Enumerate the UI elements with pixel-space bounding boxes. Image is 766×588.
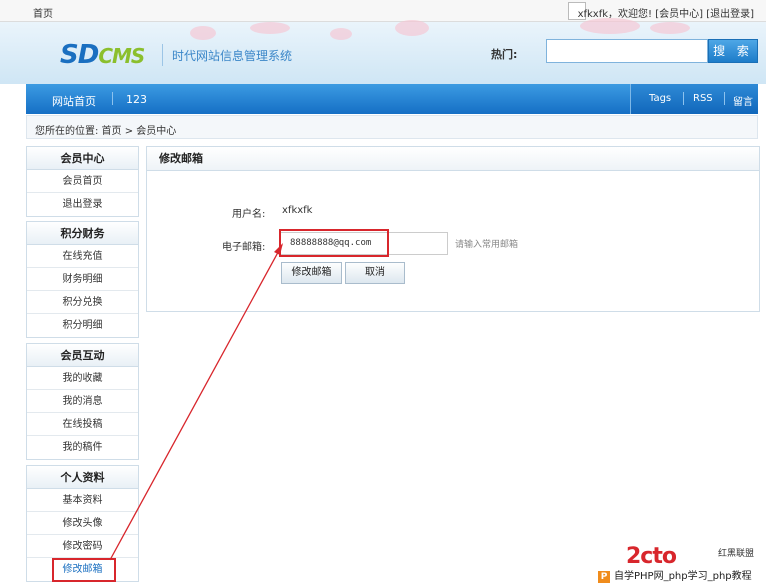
- annotation-box-email: [279, 229, 389, 257]
- sidebar-item-favorites[interactable]: 我的收藏: [27, 367, 138, 390]
- nav-right-group: Tags RSS 留言: [630, 84, 758, 114]
- watermark: 2cto 红黑联盟 自学PHP网_php学习_php教程 P: [596, 544, 766, 588]
- username-value: xfkxfk: [282, 205, 313, 216]
- nav-item-home[interactable]: 网站首页: [52, 93, 96, 109]
- nav-item-rss[interactable]: RSS: [693, 93, 713, 104]
- watermark-text: 自学PHP网_php学习_php教程: [596, 568, 766, 586]
- cancel-button[interactable]: 取消: [345, 262, 405, 284]
- sidebar-item-messages[interactable]: 我的消息: [27, 390, 138, 413]
- nav-item-guestbook[interactable]: 留言: [733, 93, 753, 108]
- hot-label: 热门:: [491, 48, 518, 61]
- sidebar-item-points-detail[interactable]: 积分明细: [27, 314, 138, 337]
- sidebar-group-title: 积分财务: [27, 222, 138, 245]
- site-logo[interactable]: SDCMS: [60, 40, 145, 70]
- site-slogan: 时代网站信息管理系统: [172, 49, 293, 63]
- sidebar-item-recharge[interactable]: 在线充值: [27, 245, 138, 268]
- search-input[interactable]: [546, 39, 708, 63]
- panel-title: 修改邮箱: [147, 147, 759, 171]
- logo-cms-text: CMS: [98, 44, 145, 68]
- username-label: 用户名:: [232, 209, 266, 220]
- sidebar-item-change-password[interactable]: 修改密码: [27, 535, 138, 558]
- logo-sd-text: SD: [60, 40, 99, 70]
- sidebar-item-finance-detail[interactable]: 财务明细: [27, 268, 138, 291]
- sidebar-group-title: 个人资料: [27, 466, 138, 489]
- sidebar-item-logout[interactable]: 退出登录: [27, 193, 138, 216]
- sidebar-item-basic-info[interactable]: 基本资料: [27, 489, 138, 512]
- sidebar-group-title: 会员中心: [27, 147, 138, 170]
- logo-divider: [162, 44, 163, 66]
- nav-item-123[interactable]: 123: [126, 93, 147, 106]
- sidebar-group-interaction: 会员互动 我的收藏 我的消息 在线投稿 我的稿件: [26, 343, 139, 460]
- top-bar: 首页 xfkxfk，欢迎您! [会员中心] [退出登录]: [0, 0, 766, 22]
- sidebar-group-title: 会员互动: [27, 344, 138, 367]
- breadcrumb-text: 您所在的位置: 首页 > 会员中心: [35, 126, 177, 137]
- php-icon: P: [598, 571, 610, 583]
- submit-email-button[interactable]: 修改邮箱: [281, 262, 342, 284]
- top-home-link[interactable]: 首页: [33, 5, 53, 20]
- search-button[interactable]: 搜 索: [708, 39, 758, 63]
- change-email-panel: 修改邮箱: [146, 146, 760, 312]
- email-label: 电子邮箱:: [222, 242, 266, 253]
- sidebar-item-points-exchange[interactable]: 积分兑换: [27, 291, 138, 314]
- sidebar-item-change-avatar[interactable]: 修改头像: [27, 512, 138, 535]
- sidebar-item-my-posts[interactable]: 我的稿件: [27, 436, 138, 459]
- sidebar-item-submit[interactable]: 在线投稿: [27, 413, 138, 436]
- main-nav: 网站首页 123 Tags RSS 留言: [26, 84, 758, 114]
- sidebar-item-member-home[interactable]: 会员首页: [27, 170, 138, 193]
- watermark-tag: 红黑联盟: [718, 549, 755, 559]
- sidebar-group-member-center: 会员中心 会员首页 退出登录: [26, 146, 139, 217]
- email-hint: 请输入常用邮箱: [455, 240, 519, 250]
- watermark-logo: 2cto: [626, 544, 677, 569]
- sidebar-group-finance: 积分财务 在线充值 财务明细 积分兑换 积分明细: [26, 221, 139, 338]
- breadcrumb: 您所在的位置: 首页 > 会员中心: [26, 115, 758, 139]
- nav-item-tags[interactable]: Tags: [649, 93, 671, 104]
- annotation-box-sidebar: [52, 558, 116, 582]
